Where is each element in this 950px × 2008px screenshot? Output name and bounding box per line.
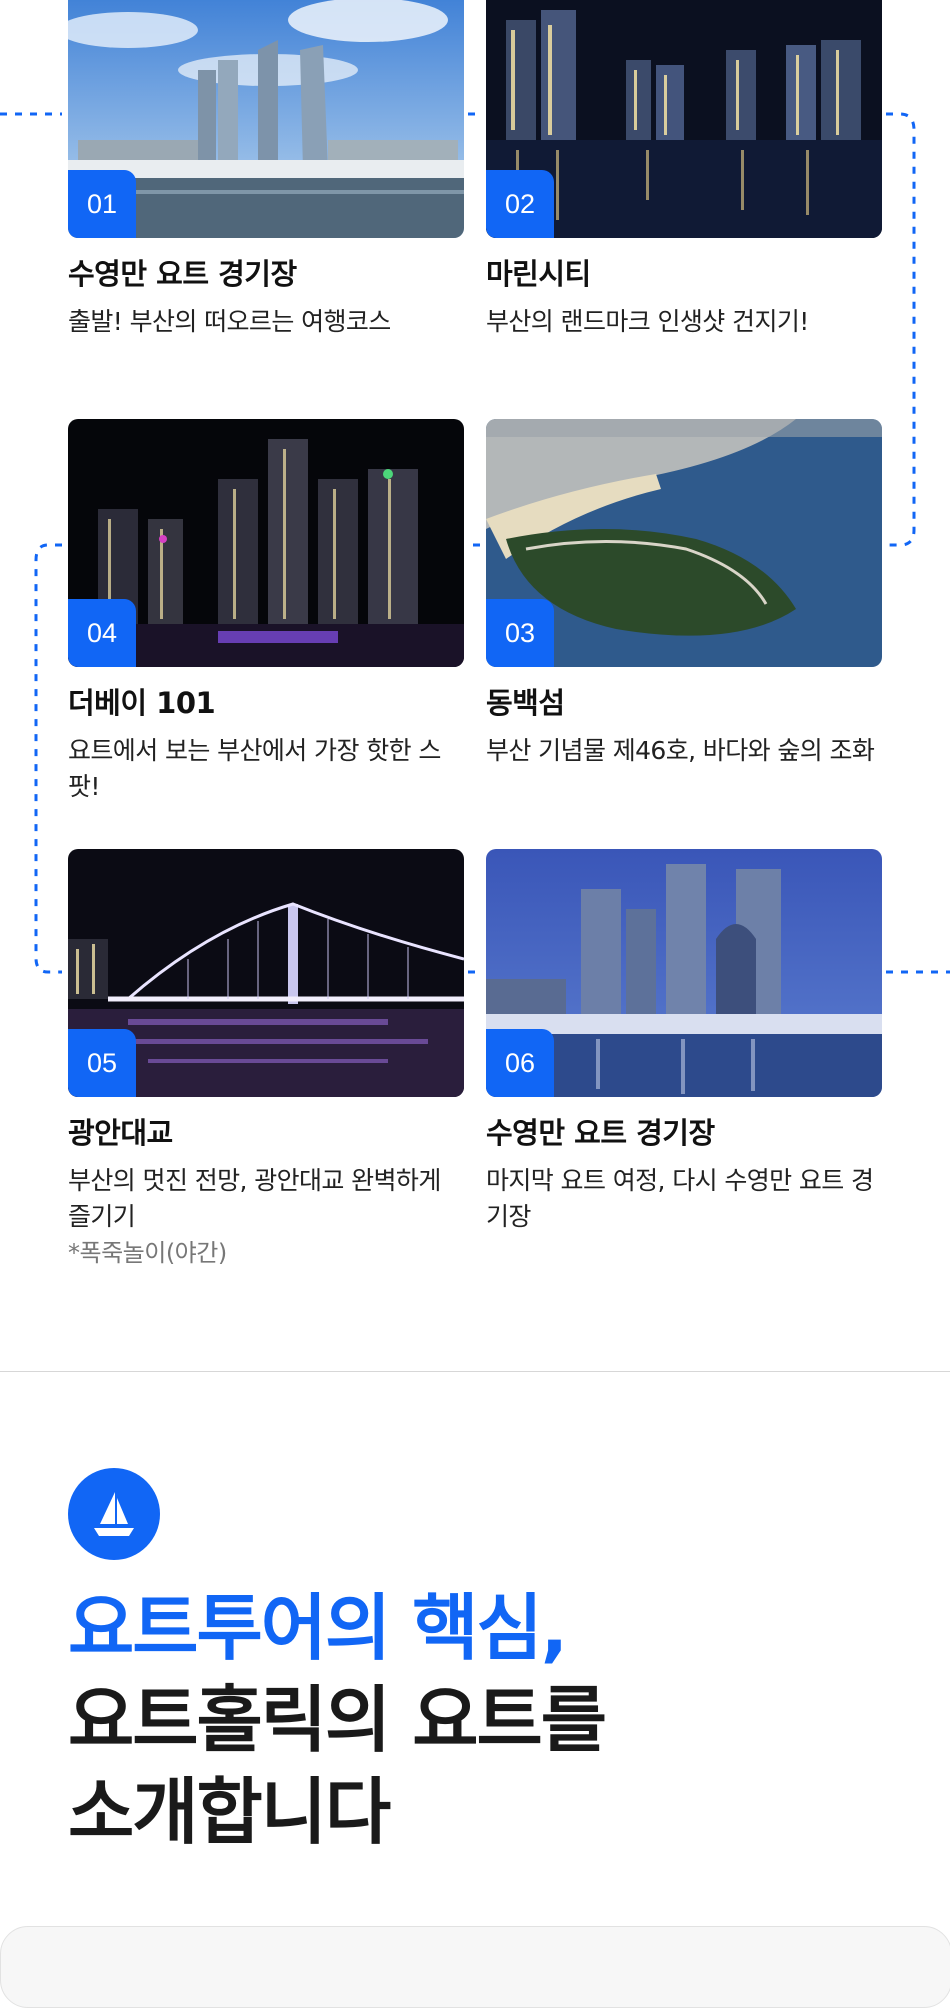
- stop-name: 마린시티: [486, 257, 591, 291]
- stop-description: 부산의 랜드마크 인생샷 건지기!: [486, 307, 809, 336]
- next-section-card: [0, 1926, 950, 2008]
- stop-number-badge: 02: [486, 170, 554, 238]
- stop-photo-suyeong-marina-dusk: 06: [486, 849, 882, 1097]
- headline-accent-line: 요트투어의 핵심,: [68, 1586, 568, 1670]
- stop-photo-the-bay-101: 04: [68, 419, 464, 667]
- tour-stop-05[interactable]: 05 광안대교 부산의 멋진 전망, 광안대교 완벽하게 즐기기 *폭죽놀이(야…: [68, 849, 464, 1271]
- stop-photo-marine-city: 02: [486, 0, 882, 238]
- stop-photo-dongbaek-island: 03: [486, 419, 882, 667]
- stop-photo-suyeong-marina: 01: [68, 0, 464, 238]
- stop-description: 부산의 멋진 전망, 광안대교 완벽하게 즐기기: [68, 1166, 441, 1231]
- stop-name: 동백섬: [486, 686, 565, 720]
- stop-description: 요트에서 보는 부산에서 가장 핫한 스팟!: [68, 736, 441, 801]
- stop-name: 수영만 요트 경기장: [68, 257, 297, 291]
- stop-number-badge: 04: [68, 599, 136, 667]
- stop-name: 더베이 101: [68, 686, 216, 720]
- tour-stop-06[interactable]: 06 수영만 요트 경기장 마지막 요트 여정, 다시 수영만 요트 경기장: [486, 849, 882, 1235]
- tour-stop-03[interactable]: 03 동백섬 부산 기념물 제46호, 바다와 숲의 조화: [486, 419, 882, 769]
- tour-stop-02[interactable]: 02 마린시티 부산의 랜드마크 인생샷 건지기!: [486, 0, 882, 340]
- headline-line-3: 소개합니다: [68, 1770, 391, 1854]
- stop-name: 광안대교: [68, 1116, 173, 1150]
- headline-line-2: 요트홀릭의 요트를: [68, 1678, 607, 1762]
- stop-name: 수영만 요트 경기장: [486, 1116, 715, 1150]
- stop-number-badge: 03: [486, 599, 554, 667]
- stop-photo-gwangan-bridge: 05: [68, 849, 464, 1097]
- stop-description: 출발! 부산의 떠오르는 여행코스: [68, 307, 391, 336]
- section-headline: 요트투어의 핵심, 요트홀릭의 요트를 소개합니다: [68, 1582, 607, 1858]
- sailboat-icon: [68, 1468, 160, 1560]
- stop-note: *폭죽놀이(야간): [68, 1239, 227, 1267]
- stop-number-badge: 05: [68, 1029, 136, 1097]
- stop-description: 부산 기념물 제46호, 바다와 숲의 조화: [486, 736, 875, 765]
- stop-number-badge: 01: [68, 170, 136, 238]
- tour-stop-04[interactable]: 04 더베이 101 요트에서 보는 부산에서 가장 핫한 스팟!: [68, 419, 464, 805]
- tour-stop-01[interactable]: 01 수영만 요트 경기장 출발! 부산의 떠오르는 여행코스: [68, 0, 464, 340]
- stop-description: 마지막 요트 여정, 다시 수영만 요트 경기장: [486, 1166, 874, 1231]
- stop-number-badge: 06: [486, 1029, 554, 1097]
- section-divider: [0, 1371, 950, 1372]
